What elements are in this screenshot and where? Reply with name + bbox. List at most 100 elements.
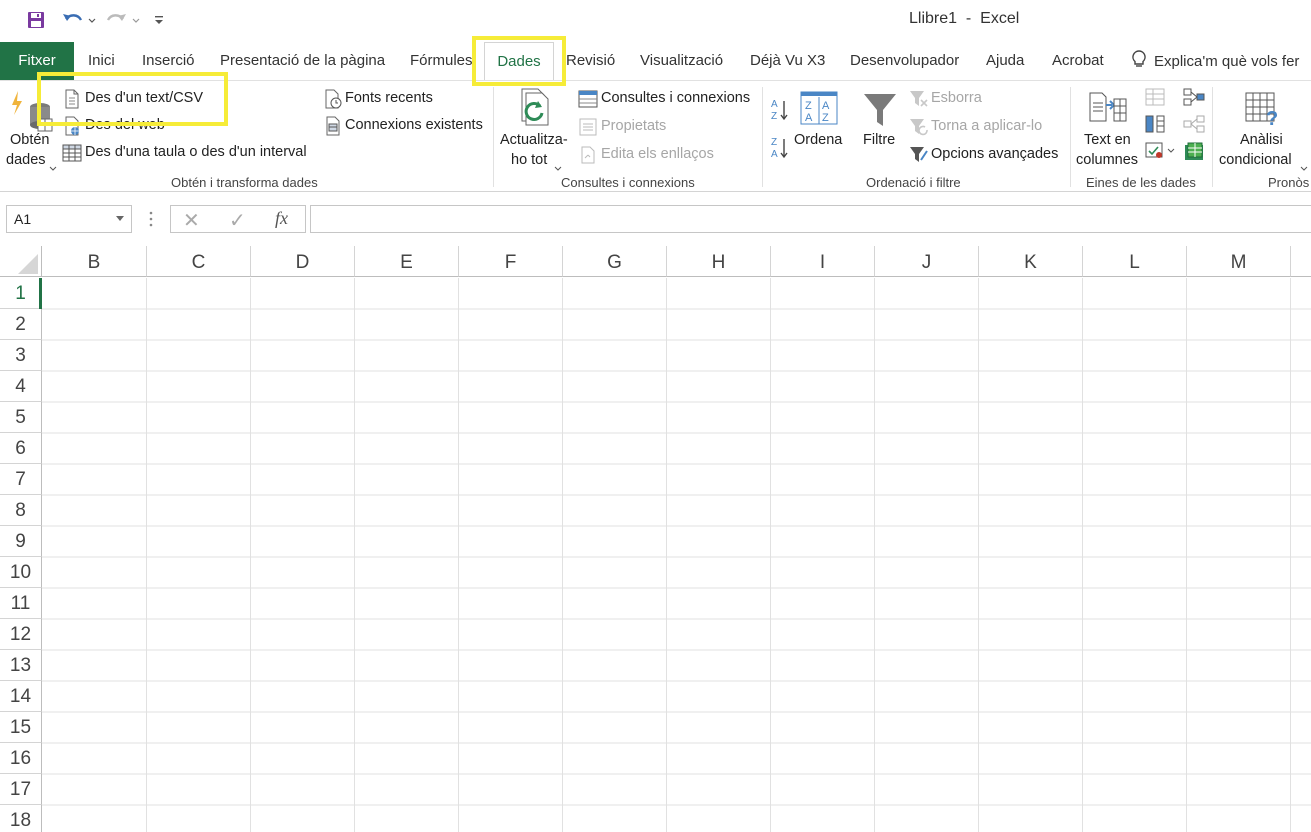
group-separator	[1070, 87, 1071, 187]
svg-text:Z: Z	[771, 137, 777, 148]
properties-button[interactable]: Propietats	[601, 118, 666, 134]
column-header-d[interactable]: D	[251, 246, 355, 277]
grid-lines	[42, 278, 1311, 832]
what-if-label-2[interactable]: condicional	[1219, 152, 1292, 168]
tab-view[interactable]: Visualització	[640, 42, 723, 80]
queries-connections-button[interactable]: Consultes i connexions	[601, 90, 750, 106]
refresh-all-label-1[interactable]: Actualitza-	[500, 132, 568, 148]
row-header-1[interactable]: 1	[0, 278, 42, 309]
row-header-11[interactable]: 11	[0, 588, 42, 619]
row-header-4[interactable]: 4	[0, 371, 42, 402]
sort-az-icon[interactable]: AZ	[770, 97, 790, 128]
existing-connections-icon	[323, 116, 343, 141]
row-header-15[interactable]: 15	[0, 712, 42, 743]
more-options-icon[interactable]	[148, 210, 154, 233]
tab-formulas[interactable]: Fórmules	[410, 42, 473, 80]
filter-button[interactable]: Filtre	[863, 132, 895, 148]
filter-icon[interactable]	[862, 91, 898, 134]
column-header-g[interactable]: G	[563, 246, 667, 277]
sort-za-icon[interactable]: ZA	[770, 135, 790, 166]
clear-filter-icon	[909, 90, 929, 113]
tab-review[interactable]: Revisió	[566, 42, 615, 80]
data-model-icon[interactable]	[1183, 142, 1205, 167]
name-box[interactable]: A1	[6, 205, 132, 233]
row-header-8[interactable]: 8	[0, 495, 42, 526]
enter-icon[interactable]: ✓	[229, 208, 246, 233]
row-header-14[interactable]: 14	[0, 681, 42, 712]
clear-filter-button[interactable]: Esborra	[931, 90, 982, 106]
advanced-filter-button[interactable]: Opcions avançades	[931, 146, 1058, 162]
group-label-data-tools: Eines de les dades	[1086, 175, 1196, 190]
text-to-columns-label-2[interactable]: columnes	[1076, 152, 1138, 168]
column-header-c[interactable]: C	[147, 246, 251, 277]
row-header-17[interactable]: 17	[0, 774, 42, 805]
tab-acrobat[interactable]: Acrobat	[1052, 42, 1104, 80]
name-box-value: A1	[14, 211, 32, 227]
existing-connections-button[interactable]: Connexions existents	[345, 117, 483, 133]
row-header-7[interactable]: 7	[0, 464, 42, 495]
data-validation-icon[interactable]	[1145, 142, 1175, 165]
column-header-h[interactable]: H	[667, 246, 771, 277]
insert-function-icon[interactable]: fx	[275, 208, 288, 229]
what-if-analysis-icon[interactable]: ?	[1244, 91, 1284, 132]
row-header-5[interactable]: 5	[0, 402, 42, 433]
reapply-button[interactable]: Torna a aplicar-lo	[931, 118, 1042, 134]
select-all-corner[interactable]	[0, 246, 42, 277]
highlight-data-tab	[472, 36, 566, 86]
row-header-16[interactable]: 16	[0, 743, 42, 774]
remove-duplicates-icon[interactable]	[1145, 115, 1165, 138]
sort-button[interactable]: Ordena	[794, 132, 842, 148]
row-header-18[interactable]: 18	[0, 805, 42, 832]
text-to-columns-label-1[interactable]: Text en	[1084, 132, 1131, 148]
worksheet-grid[interactable]: B C D E F G H I J K L M 1 2 3 4 5 6 7 8 …	[0, 246, 1311, 832]
group-label-sort-filter: Ordenació i filtre	[866, 175, 961, 190]
svg-text:Z: Z	[805, 100, 812, 112]
column-header-b[interactable]: B	[42, 246, 147, 277]
refresh-all-label-2[interactable]: ho tot	[511, 152, 547, 168]
what-if-label-1[interactable]: Anàlisi	[1240, 132, 1283, 148]
flash-fill-icon[interactable]	[1145, 88, 1165, 111]
highlight-from-text-csv	[37, 72, 228, 126]
column-header-m[interactable]: M	[1187, 246, 1291, 277]
tab-help[interactable]: Ajuda	[986, 42, 1024, 80]
group-label-get-transform: Obtén i transforma dades	[171, 175, 318, 190]
row-header-9[interactable]: 9	[0, 526, 42, 557]
cancel-icon[interactable]: ✕	[183, 208, 200, 233]
group-separator	[762, 87, 763, 187]
tab-developer[interactable]: Desenvolupador	[850, 42, 959, 80]
get-data-label-1[interactable]: Obtén	[10, 132, 50, 148]
save-icon[interactable]	[24, 8, 48, 32]
sort-icon[interactable]: ZAAZ	[800, 91, 838, 130]
tab-page-layout[interactable]: Presentació de la pàgina	[220, 42, 385, 80]
svg-text:A: A	[771, 149, 778, 160]
customize-icon[interactable]	[150, 8, 168, 32]
column-header-partial[interactable]	[1291, 246, 1311, 277]
refresh-all-icon[interactable]	[516, 87, 560, 138]
from-table-button[interactable]: Des d'una taula o des d'un interval	[85, 144, 307, 160]
get-data-label-2[interactable]: dades	[6, 152, 46, 168]
consolidate-icon[interactable]	[1183, 88, 1205, 111]
text-to-columns-icon[interactable]	[1088, 91, 1128, 132]
tell-me-box[interactable]: Explica'm què vols fer	[1130, 42, 1299, 80]
row-header-12[interactable]: 12	[0, 619, 42, 650]
column-header-f[interactable]: F	[459, 246, 563, 277]
tab-deja-vu[interactable]: Déjà Vu X3	[750, 42, 825, 80]
column-header-j[interactable]: J	[875, 246, 979, 277]
queries-connections-icon	[578, 90, 598, 113]
row-header-10[interactable]: 10	[0, 557, 42, 588]
row-header-3[interactable]: 3	[0, 340, 42, 371]
recent-sources-button[interactable]: Fonts recents	[345, 90, 433, 106]
column-header-k[interactable]: K	[979, 246, 1083, 277]
advanced-filter-icon	[909, 146, 929, 169]
undo-icon[interactable]	[60, 8, 98, 32]
relationships-icon[interactable]	[1183, 115, 1205, 138]
column-header-l[interactable]: L	[1083, 246, 1187, 277]
edit-links-button[interactable]: Edita els enllaços	[601, 146, 714, 162]
column-header-i[interactable]: I	[771, 246, 875, 277]
formula-input[interactable]	[310, 205, 1311, 233]
row-header-6[interactable]: 6	[0, 433, 42, 464]
row-header-2[interactable]: 2	[0, 309, 42, 340]
redo-icon[interactable]	[104, 8, 142, 32]
row-header-13[interactable]: 13	[0, 650, 42, 681]
column-header-e[interactable]: E	[355, 246, 459, 277]
